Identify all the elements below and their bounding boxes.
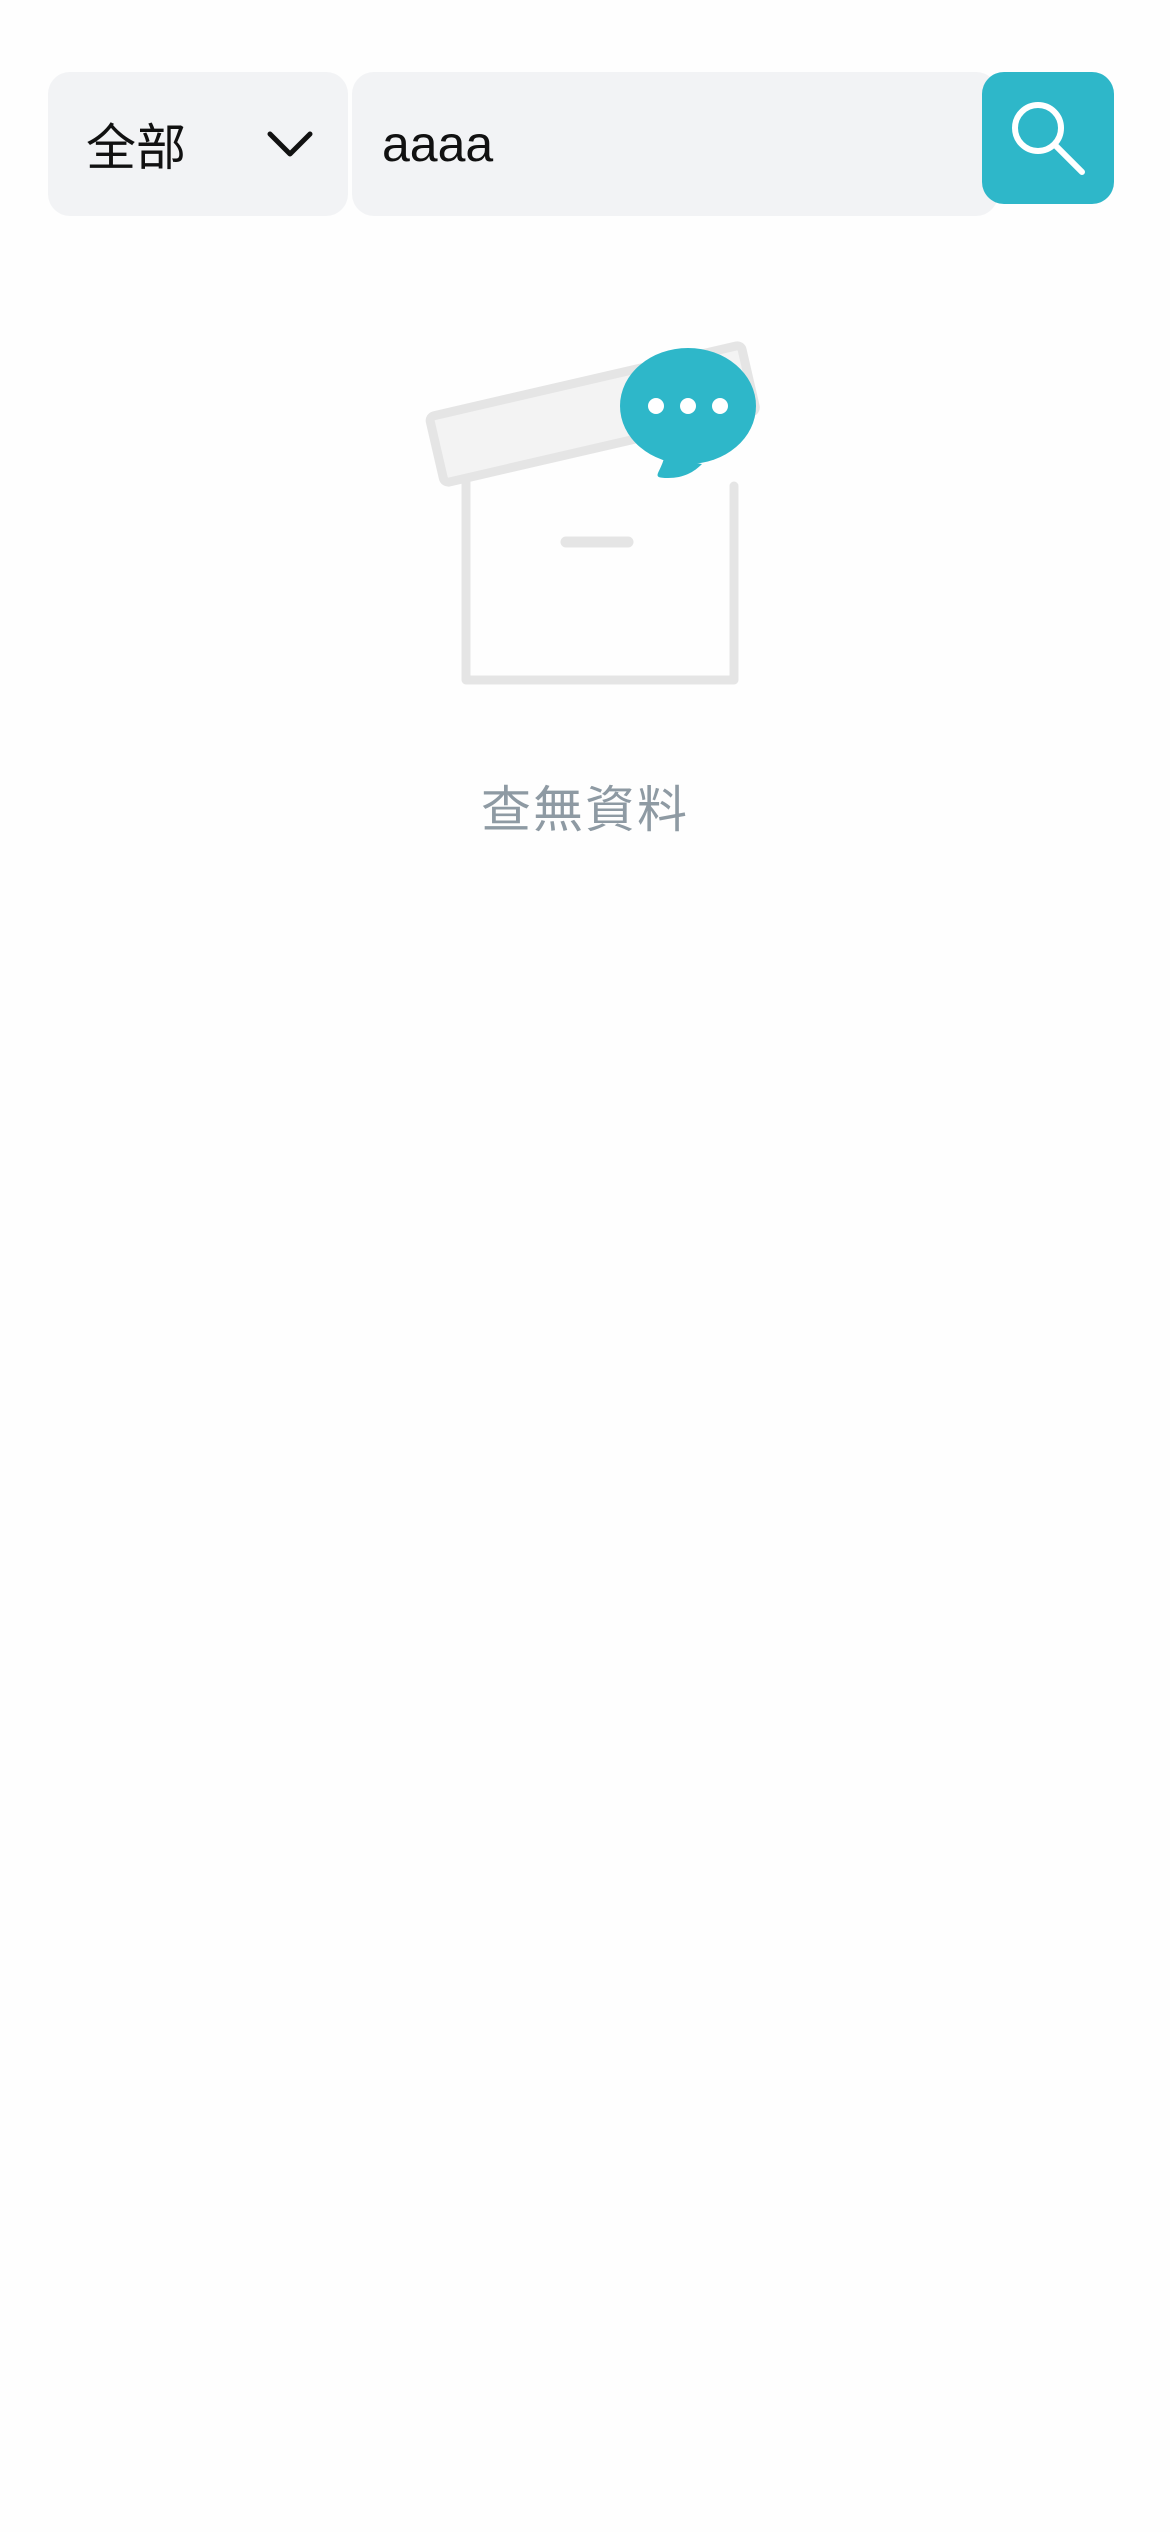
chevron-down-icon (267, 131, 313, 157)
empty-state-message: 查無資料 (481, 781, 689, 839)
search-icon (1012, 102, 1085, 175)
search-button[interactable] (982, 72, 1114, 204)
search-bar: 全部 (48, 72, 1114, 216)
search-input-container (352, 72, 998, 216)
search-input[interactable] (382, 115, 962, 173)
category-select[interactable]: 全部 (48, 72, 348, 216)
empty-box-chat-icon (425, 341, 760, 685)
category-selected-label: 全部 (86, 119, 186, 177)
